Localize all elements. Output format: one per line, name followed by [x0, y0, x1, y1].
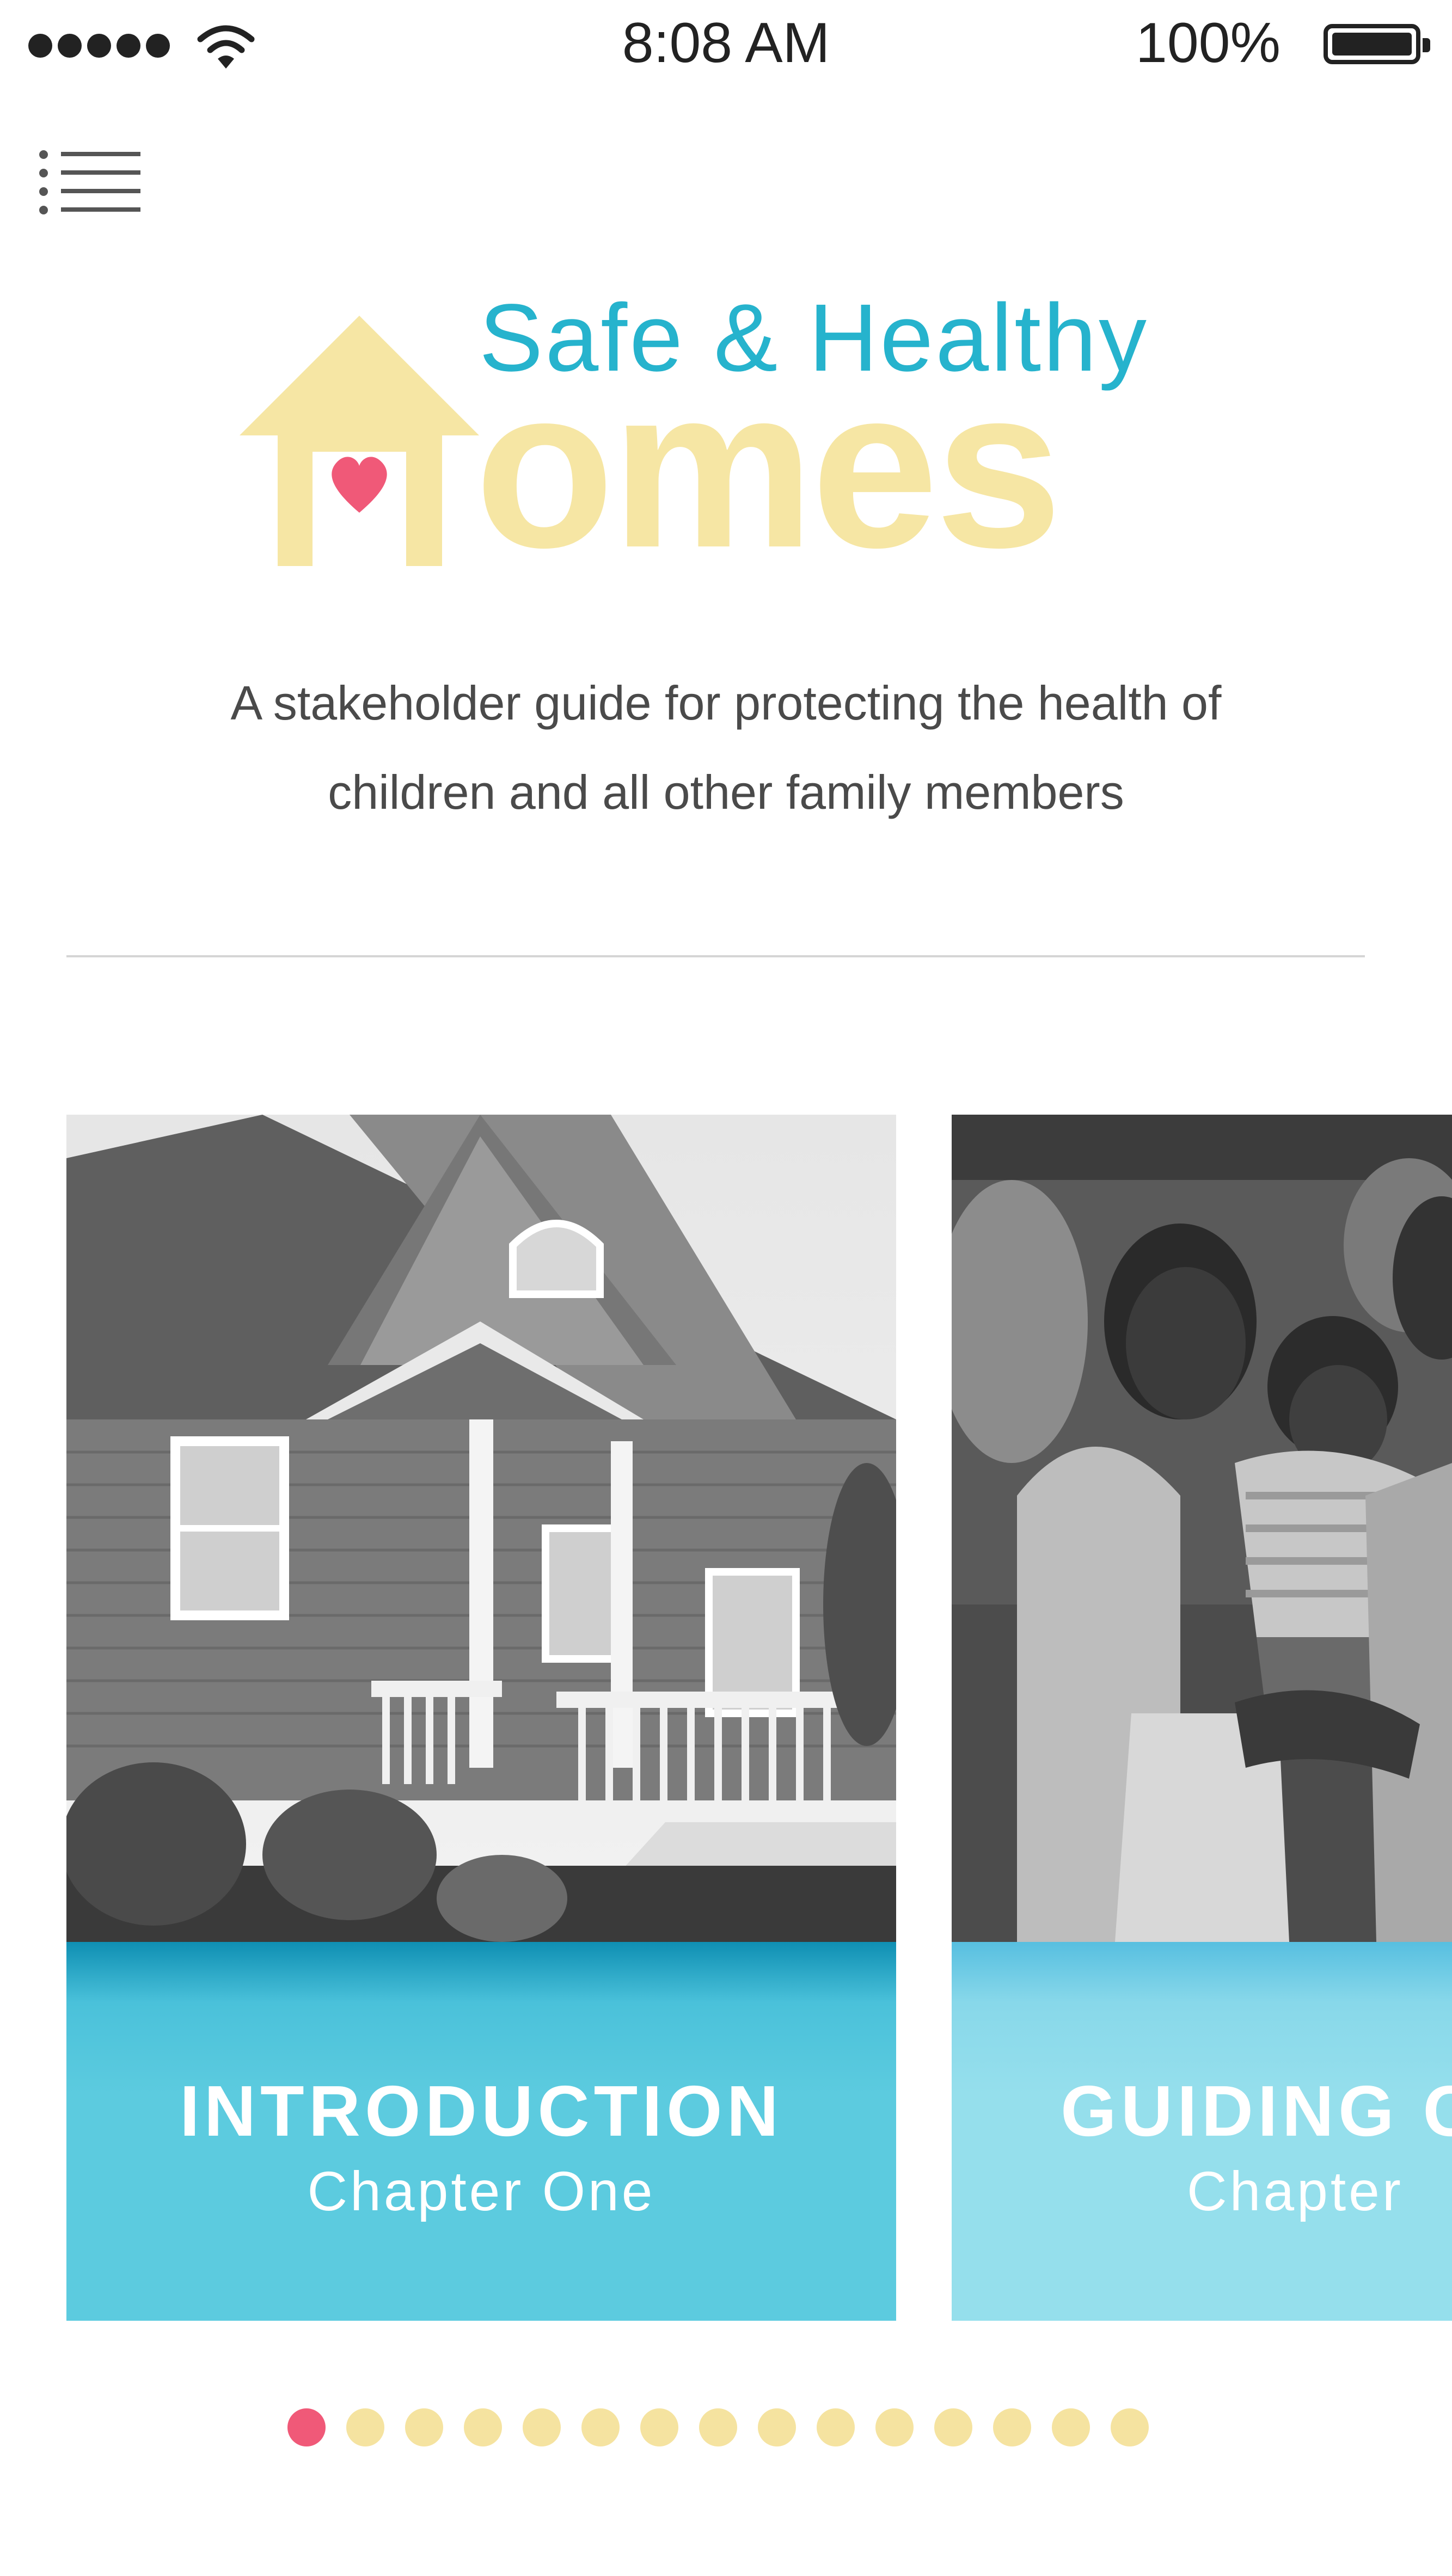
page-dot[interactable] — [758, 2408, 796, 2446]
logo-wordmark: omes — [475, 340, 1062, 595]
house-photo — [66, 1115, 896, 1942]
house-heart-icon — [240, 316, 479, 566]
menu-list-icon[interactable] — [38, 147, 142, 218]
chapter-subtitle: Chapter One — [307, 2160, 655, 2222]
page-dot[interactable] — [699, 2408, 737, 2446]
app-logo: Safe & Healthy omes — [240, 283, 1187, 588]
page-dot[interactable] — [464, 2408, 502, 2446]
page-dot[interactable] — [1052, 2408, 1090, 2446]
page-dot[interactable] — [993, 2408, 1031, 2446]
page-dot[interactable] — [523, 2408, 561, 2446]
chapter-card-banner: INTRODUCTION Chapter One — [66, 1942, 896, 2321]
page-dot[interactable] — [581, 2408, 620, 2446]
page-dot[interactable] — [817, 2408, 855, 2446]
battery-percentage: 100% — [1136, 11, 1281, 75]
page-dot[interactable] — [640, 2408, 678, 2446]
battery-icon — [1324, 24, 1430, 64]
guide-description: A stakeholder guide for protecting the h… — [98, 659, 1354, 837]
page-dot[interactable] — [346, 2408, 384, 2446]
page-dot[interactable] — [934, 2408, 972, 2446]
chapter-card-guiding[interactable]: GUIDING C Chapter — [952, 1115, 1452, 2321]
page-dot[interactable] — [405, 2408, 443, 2446]
guide-description-line-1: A stakeholder guide for protecting the h… — [230, 676, 1222, 730]
page-dot[interactable] — [287, 2408, 326, 2446]
chapter-card-introduction[interactable]: INTRODUCTION Chapter One — [66, 1115, 896, 2321]
page-dot[interactable] — [1111, 2408, 1149, 2446]
guide-description-line-2: children and all other family members — [328, 765, 1124, 819]
section-divider — [66, 955, 1365, 957]
chapter-title: INTRODUCTION — [180, 2071, 783, 2151]
page-dot[interactable] — [875, 2408, 914, 2446]
chapter-title: GUIDING C — [1061, 2071, 1452, 2151]
page-indicator[interactable] — [287, 2408, 1149, 2446]
chapter-card-banner: GUIDING C Chapter — [952, 1942, 1452, 2321]
status-bar: 8:08 AM 100% — [0, 0, 1452, 93]
family-photo — [952, 1115, 1452, 1942]
chapter-subtitle: Chapter — [1187, 2160, 1404, 2222]
